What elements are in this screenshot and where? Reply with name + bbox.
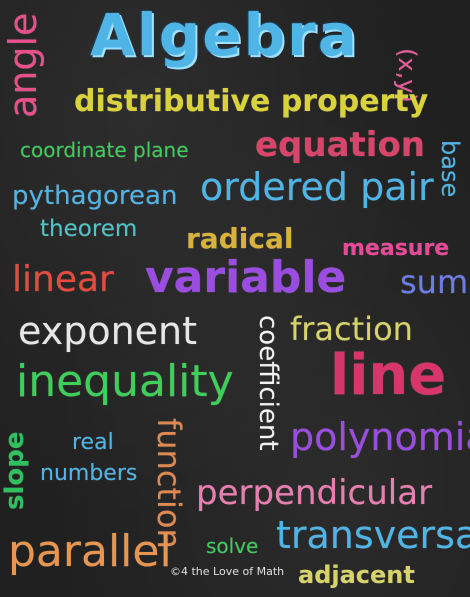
credit-text: ©4 the Love of Math	[170, 565, 285, 578]
chalkboard-poster: Algebra (x,y) angle distributive propert…	[0, 0, 470, 597]
word-polynomial: polynomial	[290, 415, 470, 459]
word-variable: variable	[145, 252, 347, 303]
word-coordinate-plane: coordinate plane	[20, 138, 189, 162]
word-linear: linear	[12, 259, 114, 300]
word-parallel: parallel	[8, 526, 172, 577]
word-adjacent: adjacent	[298, 561, 415, 589]
word-numbers: numbers	[40, 461, 138, 486]
word-fraction: fraction	[290, 310, 413, 348]
word-distributive-property: distributive property	[74, 84, 429, 119]
word-pythagorean: pythagorean	[12, 181, 178, 211]
word-inequality: inequality	[16, 356, 234, 407]
word-base: base	[436, 140, 464, 198]
title-algebra: Algebra	[90, 1, 359, 69]
word-real: real	[72, 430, 114, 455]
word-radical: radical	[186, 222, 294, 255]
word-ordered-pair: ordered pair	[200, 165, 434, 209]
word-equation: equation	[255, 125, 426, 165]
word-theorem: theorem	[40, 216, 138, 242]
word-measure: measure	[342, 236, 450, 261]
word-coefficient: coefficient	[253, 315, 283, 451]
word-exponent: exponent	[18, 309, 198, 353]
word-line: line	[330, 343, 447, 408]
word-transversal: transversal	[276, 513, 470, 557]
word-angle: angle	[1, 12, 45, 118]
word-solve: solve	[206, 534, 259, 558]
word-perpendicular: perpendicular	[196, 473, 433, 513]
word-sum: sum	[400, 263, 469, 301]
word-slope: slope	[0, 431, 30, 511]
